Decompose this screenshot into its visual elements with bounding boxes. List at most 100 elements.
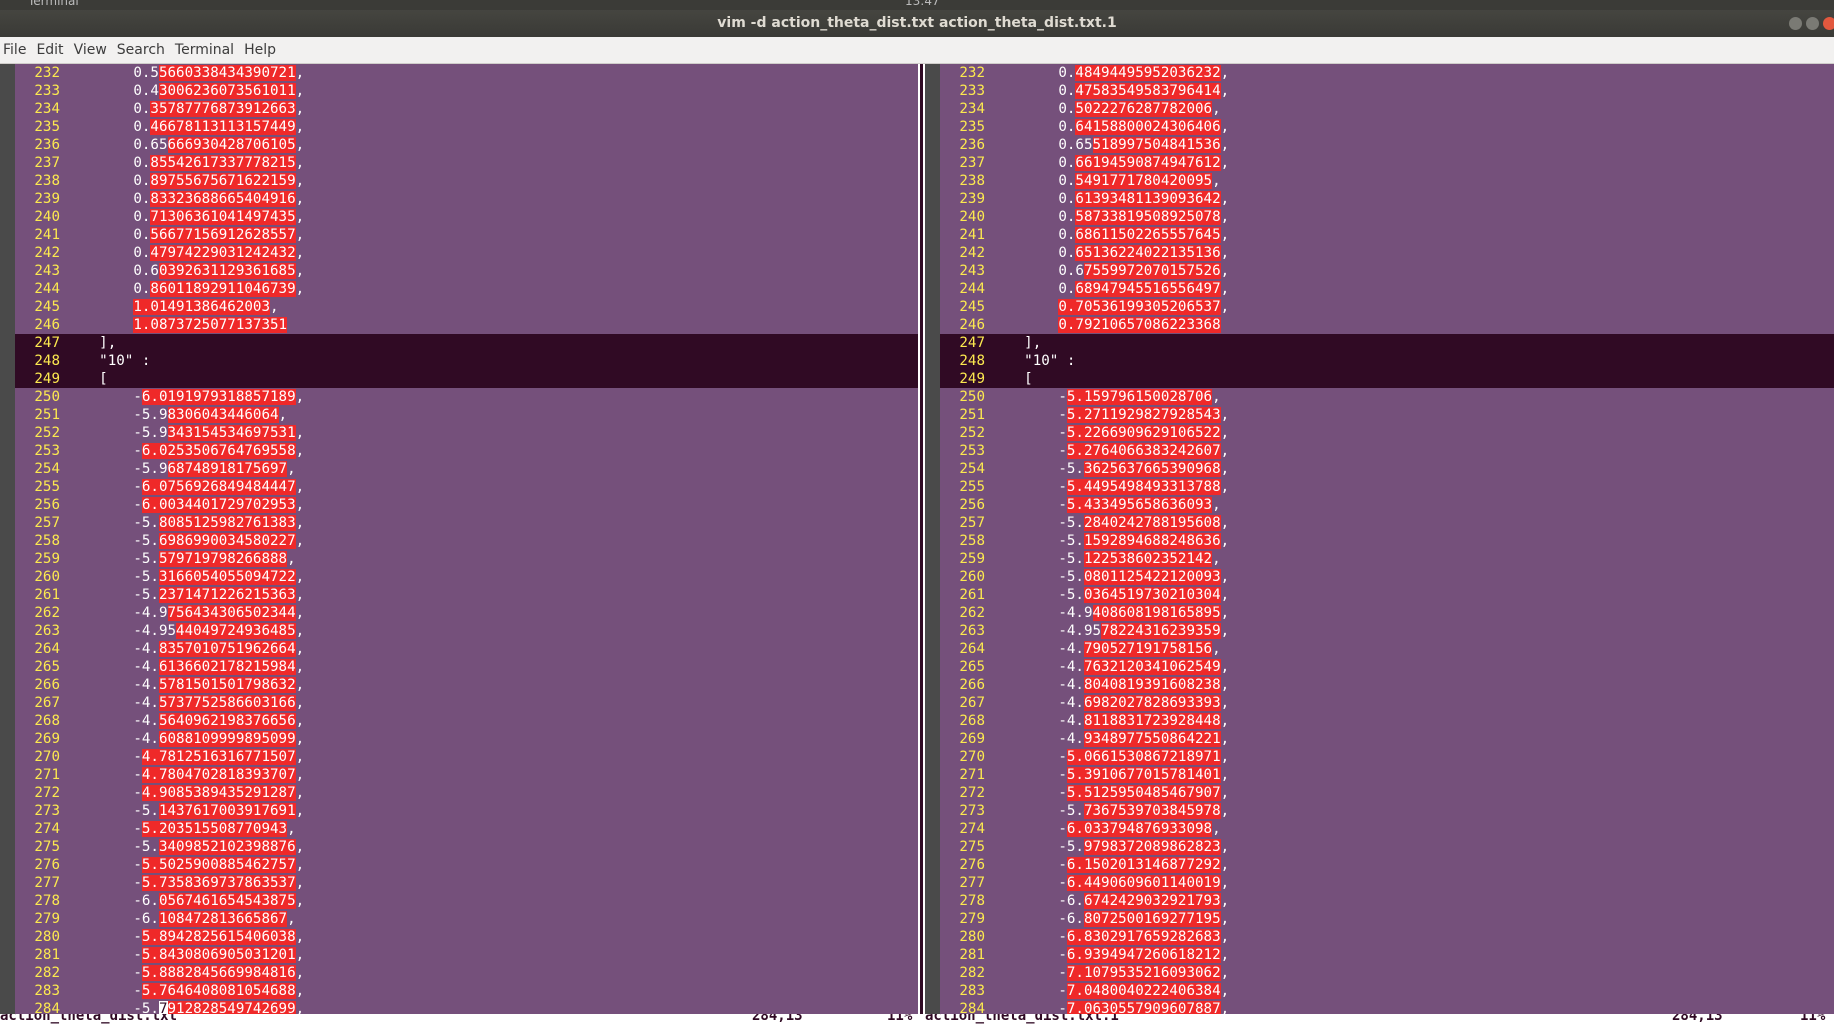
diff-line-changed[interactable]: 237 0.66194590874947612, <box>940 154 1834 172</box>
diff-line-changed[interactable]: 273 -5.1437617003917691, <box>15 802 918 820</box>
diff-line-changed[interactable]: 242 0.47974229031242432, <box>15 244 918 262</box>
diff-line-changed[interactable]: 259 -5.579719798266888, <box>15 550 918 568</box>
diff-line-changed[interactable]: 274 -5.203515508770943, <box>15 820 918 838</box>
maximize-icon[interactable] <box>1806 17 1819 30</box>
diff-line-changed[interactable]: 246 1.0873725077137351 <box>15 316 918 334</box>
top-panel-clock[interactable]: 13:47 <box>905 0 940 8</box>
diff-line-changed[interactable]: 252 -5.9343154534697531, <box>15 424 918 442</box>
diff-line-changed[interactable]: 272 -5.5125950485467907, <box>940 784 1834 802</box>
diff-line-changed[interactable]: 238 0.5491771780420095, <box>940 172 1834 190</box>
menu-help[interactable]: Help <box>243 37 283 63</box>
diff-line-changed[interactable]: 268 -4.8118831723928448, <box>940 712 1834 730</box>
diff-line-changed[interactable]: 238 0.89755675671622159, <box>15 172 918 190</box>
diff-line-changed[interactable]: 262 -4.9408608198165895, <box>940 604 1834 622</box>
diff-line-changed[interactable]: 279 -6.8072500169277195, <box>940 910 1834 928</box>
diff-line-changed[interactable]: 283 -7.0480040222406384, <box>940 982 1834 1000</box>
diff-line-changed[interactable]: 260 -5.0801125422120093, <box>940 568 1834 586</box>
diff-line-changed[interactable]: 253 -6.0253506764769558, <box>15 442 918 460</box>
diff-line-changed[interactable]: 253 -5.2764066383242607, <box>940 442 1834 460</box>
diff-line-changed[interactable]: 242 0.65136224022135136, <box>940 244 1834 262</box>
vertical-split-separator[interactable] <box>918 64 925 1014</box>
menu-edit[interactable]: Edit <box>35 37 70 63</box>
diff-line-changed[interactable]: 262 -4.9756434306502344, <box>15 604 918 622</box>
diff-line-changed[interactable]: 234 0.5022276287782006, <box>940 100 1834 118</box>
menu-search[interactable]: Search <box>116 37 172 63</box>
diff-line-changed[interactable]: 272 -4.9085389435291287, <box>15 784 918 802</box>
diff-line-changed[interactable]: 264 -4.8357010751962664, <box>15 640 918 658</box>
diff-line-changed[interactable]: 260 -5.3166054055094722, <box>15 568 918 586</box>
diff-line-changed[interactable]: 275 -5.3409852102398876, <box>15 838 918 856</box>
diff-line-changed[interactable]: 265 -4.7632120341062549, <box>940 658 1834 676</box>
diff-line-changed[interactable]: 250 -5.159796150028706, <box>940 388 1834 406</box>
diff-line-changed[interactable]: 255 -5.4495498493313788, <box>940 478 1834 496</box>
diff-line-changed[interactable]: 252 -5.2266909629106522, <box>940 424 1834 442</box>
diff-line-changed[interactable]: 268 -4.5640962198376656, <box>15 712 918 730</box>
left-diff-pane[interactable]: 232 0.55660338434390721, 233 0.4300623607… <box>0 64 918 1014</box>
window-titlebar[interactable]: vim -d action_theta_dist.txt action_thet… <box>0 10 1834 37</box>
diff-line-changed[interactable]: 277 -5.7358369737863537, <box>15 874 918 892</box>
diff-line-changed[interactable]: 273 -5.7367539703845978, <box>940 802 1834 820</box>
diff-line-changed[interactable]: 278 -6.0567461654543875, <box>15 892 918 910</box>
diff-line-changed[interactable]: 240 0.71306361041497435, <box>15 208 918 226</box>
diff-line-changed[interactable]: 251 -5.98306043446064, <box>15 406 918 424</box>
diff-line-changed[interactable]: 239 0.83323688665404916, <box>15 190 918 208</box>
diff-line-unchanged[interactable]: 248 "10" : <box>940 352 1834 370</box>
menu-file[interactable]: File <box>2 37 33 63</box>
close-icon[interactable] <box>1823 17 1834 30</box>
diff-line-changed[interactable]: 276 -5.5025900885462757, <box>15 856 918 874</box>
diff-line-unchanged[interactable]: 249 [ <box>940 370 1834 388</box>
diff-line-changed[interactable]: 280 -6.8302917659282683, <box>940 928 1834 946</box>
diff-line-changed[interactable]: 241 0.56677156912628557, <box>15 226 918 244</box>
diff-line-changed[interactable]: 263 -4.9578224316239359, <box>940 622 1834 640</box>
diff-line-changed[interactable]: 243 0.60392631129361685, <box>15 262 918 280</box>
diff-line-changed[interactable]: 236 0.65518997504841536, <box>940 136 1834 154</box>
diff-line-changed[interactable]: 235 0.46678113113157449, <box>15 118 918 136</box>
diff-line-changed[interactable]: 269 -4.9348977550864221, <box>940 730 1834 748</box>
diff-line-changed[interactable]: 265 -4.6136602178215984, <box>15 658 918 676</box>
diff-line-unchanged[interactable]: 247 ], <box>940 334 1834 352</box>
diff-line-changed[interactable]: 241 0.68611502265557645, <box>940 226 1834 244</box>
diff-line-changed[interactable]: 267 -4.6982027828693393, <box>940 694 1834 712</box>
diff-line-changed[interactable]: 257 -5.8085125982761383, <box>15 514 918 532</box>
diff-line-changed[interactable]: 258 -5.6986990034580227, <box>15 532 918 550</box>
diff-line-changed[interactable]: 258 -5.1592894688248636, <box>940 532 1834 550</box>
diff-line-changed[interactable]: 235 0.64158800024306406, <box>940 118 1834 136</box>
diff-line-changed[interactable]: 280 -5.8942825615406038, <box>15 928 918 946</box>
minimize-icon[interactable] <box>1789 17 1802 30</box>
diff-line-changed[interactable]: 251 -5.2711929827928543, <box>940 406 1834 424</box>
diff-line-changed[interactable]: 261 -5.2371471226215363, <box>15 586 918 604</box>
diff-line-changed[interactable]: 267 -4.5737752586603166, <box>15 694 918 712</box>
diff-line-changed[interactable]: 270 -5.0661530867218971, <box>940 748 1834 766</box>
diff-line-changed[interactable]: 282 -5.8882845669984816, <box>15 964 918 982</box>
diff-line-changed[interactable]: 263 -4.9544049724936485, <box>15 622 918 640</box>
diff-line-changed[interactable]: 281 -5.8430806905031201, <box>15 946 918 964</box>
diff-line-changed[interactable]: 254 -5.968748918175697, <box>15 460 918 478</box>
diff-line-changed[interactable]: 244 0.68947945516556497, <box>940 280 1834 298</box>
terminal-area[interactable]: 232 0.55660338434390721, 233 0.4300623607… <box>0 64 1834 1014</box>
diff-line-changed[interactable]: 274 -6.033794876933098, <box>940 820 1834 838</box>
diff-line-unchanged[interactable]: 247 ], <box>15 334 918 352</box>
diff-line-changed[interactable]: 266 -4.5781501501798632, <box>15 676 918 694</box>
diff-line-unchanged[interactable]: 249 [ <box>15 370 918 388</box>
diff-line-changed[interactable]: 269 -4.6088109999895099, <box>15 730 918 748</box>
diff-line-unchanged[interactable]: 248 "10" : <box>15 352 918 370</box>
diff-line-changed[interactable]: 276 -6.1502013146877292, <box>940 856 1834 874</box>
diff-line-changed[interactable]: 266 -4.8040819391608238, <box>940 676 1834 694</box>
diff-line-changed[interactable]: 232 0.55660338434390721, <box>15 64 918 82</box>
diff-line-changed[interactable]: 245 1.01491386462003, <box>15 298 918 316</box>
menu-view[interactable]: View <box>73 37 114 63</box>
diff-line-changed[interactable]: 245 0.70536199305206537, <box>940 298 1834 316</box>
diff-line-changed[interactable]: 256 -6.0034401729702953, <box>15 496 918 514</box>
diff-line-changed[interactable]: 284 -5.7912828549742699, <box>15 1000 918 1014</box>
diff-line-changed[interactable]: 271 -4.7804702818393707, <box>15 766 918 784</box>
diff-line-changed[interactable]: 275 -5.9798372089862823, <box>940 838 1834 856</box>
diff-line-changed[interactable]: 257 -5.2840242788195608, <box>940 514 1834 532</box>
diff-line-changed[interactable]: 264 -4.790527191758156, <box>940 640 1834 658</box>
diff-line-changed[interactable]: 284 -7.0630557909607887, <box>940 1000 1834 1014</box>
diff-line-changed[interactable]: 270 -4.7812516316771507, <box>15 748 918 766</box>
diff-line-changed[interactable]: 232 0.48494495952036232, <box>940 64 1834 82</box>
diff-line-changed[interactable]: 237 0.85542617337778215, <box>15 154 918 172</box>
diff-line-changed[interactable]: 261 -5.0364519730210304, <box>940 586 1834 604</box>
diff-line-changed[interactable]: 255 -6.0756926849484447, <box>15 478 918 496</box>
diff-line-changed[interactable]: 243 0.67559972070157526, <box>940 262 1834 280</box>
